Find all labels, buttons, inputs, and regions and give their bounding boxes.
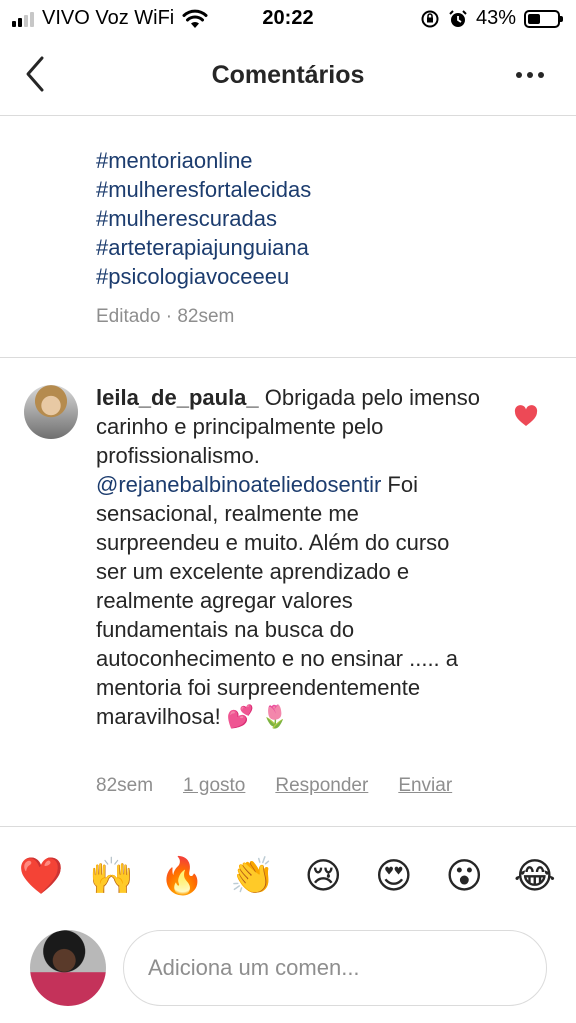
hashtag-list: #mentoriaonline #mulheresfortalecidas #m… xyxy=(96,146,311,291)
hashtag-link[interactable]: #psicologiavoceeeu xyxy=(96,262,311,291)
alarm-icon xyxy=(449,9,467,27)
post-caption: #mentoriaonline #mulheresfortalecidas #m… xyxy=(0,116,576,358)
red-heart-emoji[interactable]: ❤️ xyxy=(13,855,69,897)
signal-icon xyxy=(12,11,34,27)
comment-actions: 82sem 1 gosto Responder Enviar xyxy=(96,775,452,797)
emoji-reaction-bar: ❤️ 🙌 🔥 👏 😢 😍 😮 😂 xyxy=(0,846,576,906)
comment-compose xyxy=(0,928,576,1010)
orientation-lock-icon xyxy=(421,10,439,27)
caption-meta: Editado · 82sem xyxy=(96,306,235,327)
clapping-hands-emoji[interactable]: 👏 xyxy=(225,855,281,897)
comment-text: leila_de_paula_ Obrigada pelo imenso car… xyxy=(96,383,486,732)
status-right: 43% xyxy=(420,7,563,30)
avatar[interactable] xyxy=(24,385,78,439)
more-options-button[interactable] xyxy=(516,72,544,78)
heart-icon xyxy=(514,405,538,426)
heart-eyes-emoji[interactable]: 😍 xyxy=(366,856,422,897)
comment-mention[interactable]: @rejanebalbinoateliedosentir xyxy=(96,472,381,497)
hashtag-link[interactable]: #mulherescuradas xyxy=(96,204,311,233)
battery-fill xyxy=(528,13,541,24)
battery-percent: 43% xyxy=(475,7,516,29)
hashtag-link[interactable]: #mentoriaonline xyxy=(96,146,311,175)
ellipsis-icon xyxy=(516,72,522,78)
send-button[interactable]: Enviar xyxy=(398,775,452,797)
page-title: Comentários xyxy=(211,61,365,89)
carrier-label: VIVO Voz WiFi xyxy=(42,7,175,29)
comment-username[interactable]: leila_de_paula_ xyxy=(96,385,259,410)
status-left: VIVO Voz WiFi xyxy=(12,7,208,30)
raised-hands-emoji[interactable]: 🙌 xyxy=(84,855,140,897)
header: Comentários xyxy=(0,38,576,116)
battery-icon xyxy=(524,9,563,28)
comment-text-part: Foi sensacional, realmente me surpreende… xyxy=(96,472,459,729)
comment-input[interactable] xyxy=(123,930,547,1006)
hashtag-link[interactable]: #mulheresfortalecidas xyxy=(96,175,311,204)
fire-emoji[interactable]: 🔥 xyxy=(154,855,210,897)
surprised-face-emoji[interactable]: 😮 xyxy=(436,856,492,897)
avatar xyxy=(30,930,106,1006)
wifi-icon xyxy=(182,9,208,28)
comment-item: leila_de_paula_ Obrigada pelo imenso car… xyxy=(0,359,576,827)
like-button[interactable] xyxy=(514,405,538,427)
comment-emojis: 💕 🌷 xyxy=(226,705,289,730)
status-bar: VIVO Voz WiFi 20:22 43% xyxy=(0,0,576,38)
likes-count-link[interactable]: 1 gosto xyxy=(183,775,245,797)
hashtag-link[interactable]: #arteterapiajunguiana xyxy=(96,233,311,262)
comment-time: 82sem xyxy=(96,775,154,796)
laughing-tears-emoji[interactable]: 😂 xyxy=(507,856,563,897)
reply-button[interactable]: Responder xyxy=(275,775,368,797)
crying-face-emoji[interactable]: 😢 xyxy=(295,856,351,897)
